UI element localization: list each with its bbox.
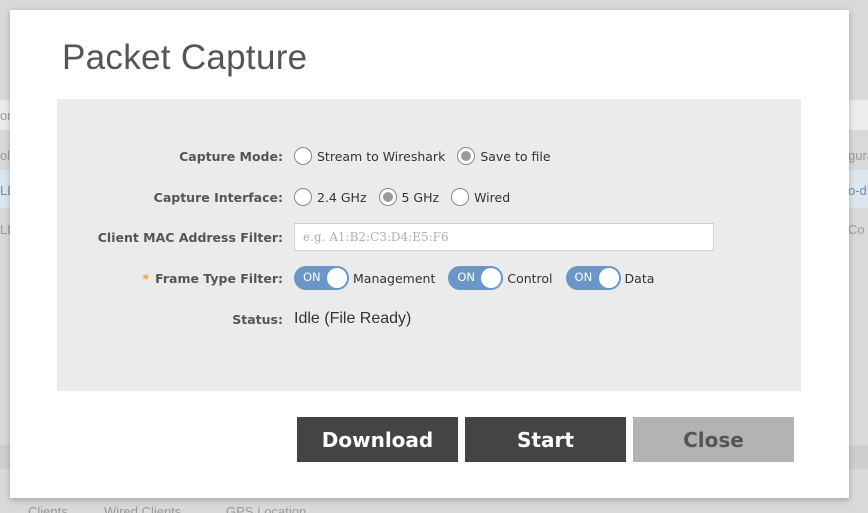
toggle-knob bbox=[598, 268, 619, 288]
bg-fragment: ol bbox=[0, 148, 11, 163]
radio-unchecked-icon[interactable] bbox=[451, 188, 470, 206]
frame-type-label-text: Frame Type Filter: bbox=[155, 270, 283, 286]
bg-fragment: o-d bbox=[848, 183, 867, 198]
capture-mode-row: Capture Mode: Stream to Wireshark Save t… bbox=[57, 141, 801, 171]
status-row: Status: Idle (File Ready) bbox=[57, 304, 801, 334]
radio-label: 5 GHz bbox=[401, 189, 440, 205]
bg-tab-clients[interactable]: Clients bbox=[28, 504, 68, 513]
capture-interface-options: 2.4 GHz 5 GHz Wired bbox=[294, 188, 522, 206]
capture-mode-label: Capture Mode: bbox=[179, 148, 283, 164]
radio-2-4-ghz[interactable]: 2.4 GHz bbox=[294, 188, 367, 206]
toggle-label: Data bbox=[624, 270, 655, 286]
toggle-control: ON Control bbox=[448, 266, 553, 290]
bg-fragment: gura bbox=[848, 148, 868, 163]
toggle-state: ON bbox=[303, 270, 321, 284]
toggle-management: ON Management bbox=[294, 266, 435, 290]
toggle-state: ON bbox=[457, 270, 475, 284]
client-mac-row: Client MAC Address Filter: bbox=[57, 222, 801, 252]
start-button[interactable]: Start bbox=[465, 417, 626, 462]
toggle-knob bbox=[327, 268, 347, 288]
radio-label: Save to file bbox=[480, 148, 551, 164]
close-button[interactable]: Close bbox=[633, 417, 794, 462]
capture-mode-options: Stream to Wireshark Save to file bbox=[294, 147, 563, 165]
bg-fragment: Co bbox=[848, 222, 865, 237]
dialog-title: Packet Capture bbox=[62, 38, 308, 77]
radio-checked-icon[interactable] bbox=[457, 147, 476, 165]
data-toggle-switch[interactable]: ON bbox=[565, 266, 621, 290]
status-label: Status: bbox=[232, 311, 283, 327]
frame-type-toggles: ON Management ON Control ON Data bbox=[294, 266, 667, 290]
radio-label: Wired bbox=[474, 189, 511, 205]
toggle-state: ON bbox=[574, 270, 593, 284]
radio-label: 2.4 GHz bbox=[317, 189, 367, 205]
radio-label: Stream to Wireshark bbox=[317, 148, 446, 164]
control-toggle-switch[interactable]: ON bbox=[448, 266, 504, 290]
toggle-data: ON Data bbox=[565, 266, 655, 290]
toggle-label: Management bbox=[353, 270, 436, 286]
radio-5-ghz[interactable]: 5 GHz bbox=[378, 188, 440, 206]
frame-type-row: * Frame Type Filter: ON Management ON Con… bbox=[57, 263, 801, 293]
status-value: Idle (File Ready) bbox=[294, 310, 412, 327]
radio-wired[interactable]: Wired bbox=[451, 188, 510, 206]
client-mac-input[interactable] bbox=[294, 223, 714, 251]
capture-settings-panel: Capture Mode: Stream to Wireshark Save t… bbox=[57, 99, 801, 391]
client-mac-label: Client MAC Address Filter: bbox=[97, 229, 283, 245]
radio-unchecked-icon[interactable] bbox=[294, 188, 312, 206]
radio-save-to-file[interactable]: Save to file bbox=[457, 147, 551, 165]
radio-stream-to-wireshark[interactable]: Stream to Wireshark bbox=[294, 147, 445, 165]
capture-interface-row: Capture Interface: 2.4 GHz 5 GHz Wired bbox=[57, 182, 801, 212]
toggle-label: Control bbox=[507, 270, 553, 286]
radio-checked-icon[interactable] bbox=[378, 188, 397, 206]
management-toggle-switch[interactable]: ON bbox=[294, 266, 349, 290]
download-button[interactable]: Download bbox=[297, 417, 458, 462]
required-mark: * bbox=[142, 270, 150, 286]
radio-unchecked-icon[interactable] bbox=[294, 147, 312, 165]
packet-capture-dialog: Packet Capture Capture Mode: Stream to W… bbox=[10, 10, 849, 498]
frame-type-label: * Frame Type Filter: bbox=[143, 271, 283, 286]
status-control: Idle (File Ready) bbox=[294, 310, 411, 328]
client-mac-control bbox=[294, 223, 714, 251]
bg-tab-wired-clients[interactable]: Wired Clients bbox=[104, 504, 181, 513]
capture-interface-label: Capture Interface: bbox=[153, 189, 283, 205]
bg-tab-gps-location[interactable]: GPS Location bbox=[226, 504, 306, 513]
toggle-knob bbox=[481, 268, 502, 288]
